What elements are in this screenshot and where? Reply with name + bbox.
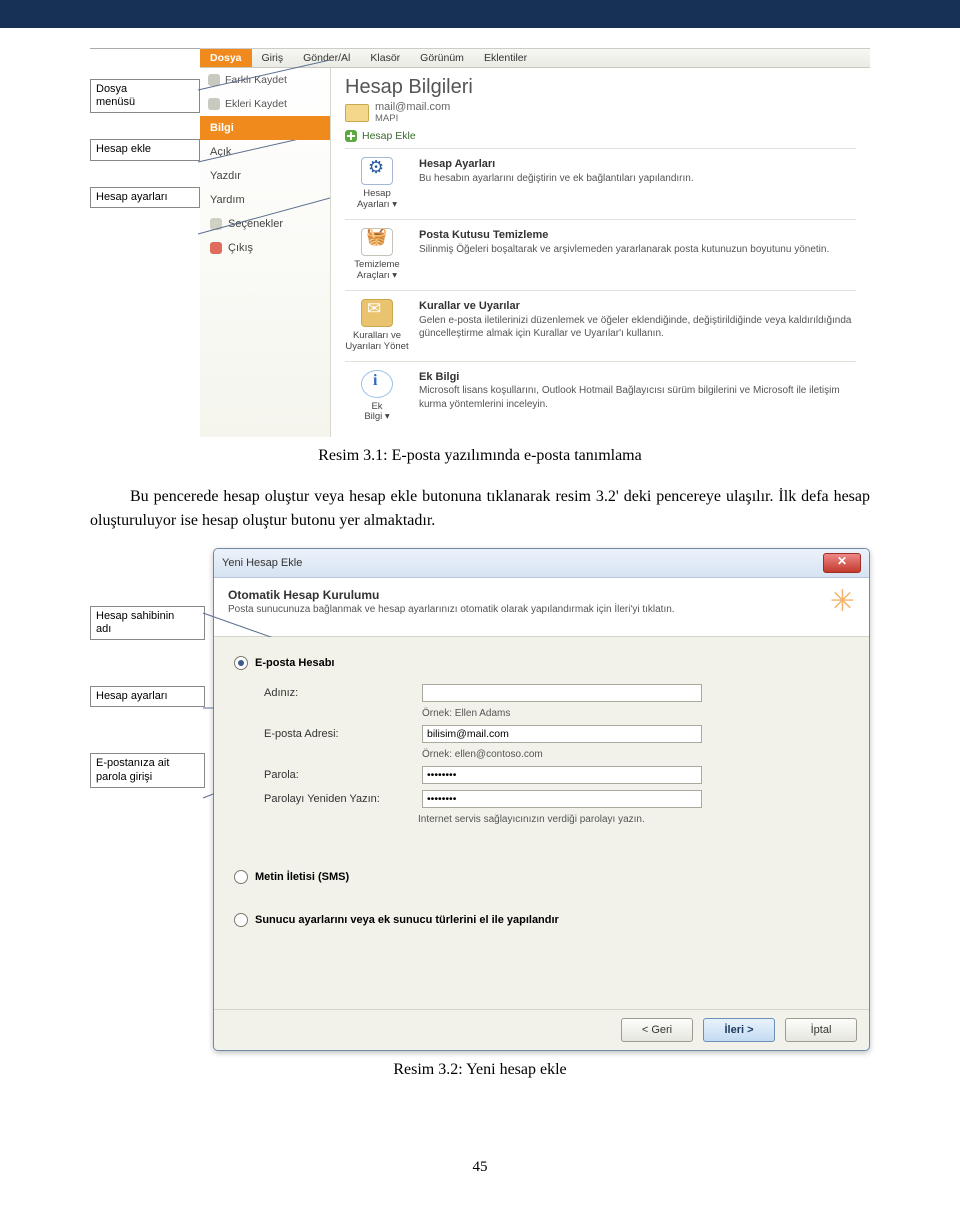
figure1-caption: Resim 3.1: E-posta yazılımında e-posta t… bbox=[90, 447, 870, 465]
backstage-sidemenu: Farklı Kaydet Ekleri Kaydet Bilgi Açık Y… bbox=[200, 68, 331, 437]
dialog-yeni-hesap-ekle: Yeni Hesap Ekle ✕ Otomatik Hesap Kurulum… bbox=[213, 548, 870, 1051]
page-number: 45 bbox=[0, 1139, 960, 1226]
label-parola: Parola: bbox=[264, 769, 414, 781]
hint-adiniz: Örnek: Ellen Adams bbox=[422, 708, 702, 719]
sidemenu-acik[interactable]: Açık bbox=[200, 140, 330, 164]
ribbon-tabs: Dosya Giriş Gönder/Al Klasör Görünüm Ekl… bbox=[200, 49, 870, 68]
figure-2: Hesap sahibinin adı Hesap ayarları E-pos… bbox=[90, 548, 870, 1079]
sec-desc: Microsoft lisans koşullarını, Outlook Ho… bbox=[419, 385, 840, 410]
input-parola[interactable] bbox=[422, 766, 702, 784]
btn-kurallar-uyarilar[interactable]: Kuralları ve Uyarıları Yönet bbox=[345, 299, 409, 353]
annot-hesap-sahibi-adi: Hesap sahibinin adı bbox=[90, 606, 205, 640]
account-email: mail@mail.com bbox=[375, 101, 450, 113]
ribbon-tab-klasor[interactable]: Klasör bbox=[360, 49, 410, 67]
dialog-header: Otomatik Hesap Kurulumu Posta sunucunuza… bbox=[214, 578, 869, 637]
hint-parola: Internet servis sağlayıcınızın verdiği p… bbox=[418, 814, 855, 825]
info-icon bbox=[361, 370, 393, 398]
radio-eposta-hesabi[interactable]: E-posta Hesabı bbox=[228, 651, 855, 680]
radio-sunucu-elle[interactable]: Sunucu ayarlarını veya ek sunucu türleri… bbox=[228, 908, 855, 937]
label-adiniz: Adınız: bbox=[264, 687, 414, 699]
account-protocol: MAPI bbox=[375, 113, 450, 124]
page-top-bar bbox=[0, 0, 960, 28]
hint-eposta: Örnek: ellen@contoso.com bbox=[422, 749, 702, 760]
sidemenu-saveatt[interactable]: Ekleri Kaydet bbox=[200, 92, 330, 116]
btn-hesap-ayarlari[interactable]: Hesap Ayarları ▾ bbox=[345, 157, 409, 211]
radio-off-icon bbox=[234, 913, 248, 927]
annot-parola-girisi: E-postanıza ait parola girişi bbox=[90, 753, 205, 787]
sidemenu-yazdir[interactable]: Yazdır bbox=[200, 164, 330, 188]
sec-title: Hesap Ayarları bbox=[419, 158, 495, 170]
input-adiniz[interactable] bbox=[422, 684, 702, 702]
sidemenu-cikis[interactable]: Çıkış bbox=[200, 236, 330, 260]
dialog-header-desc: Posta sunucunuza bağlanmak ve hesap ayar… bbox=[228, 604, 675, 615]
figure-1: Dosya menüsü Hesap ekle Hesap ayarları D… bbox=[90, 48, 870, 465]
section-ek-bilgi: Ek Bilgi ▾ Ek Bilgi Microsoft lisans koş… bbox=[345, 362, 856, 432]
label-parola-tekrar: Parolayı Yeniden Yazın: bbox=[264, 793, 414, 805]
btn-ileri[interactable]: İleri > bbox=[703, 1018, 775, 1042]
mail-icon bbox=[345, 104, 369, 122]
btn-geri[interactable]: < Geri bbox=[621, 1018, 693, 1042]
annot-hesap-ayarlari-2: Hesap ayarları bbox=[90, 686, 205, 707]
sec-title: Kurallar ve Uyarılar bbox=[419, 300, 520, 312]
section-hesap-ayarlari: Hesap Ayarları ▾ Hesap Ayarları Bu hesab… bbox=[345, 149, 856, 220]
dialog-titlebar: Yeni Hesap Ekle ✕ bbox=[214, 549, 869, 578]
label-eposta-adresi: E-posta Adresi: bbox=[264, 728, 414, 740]
sidemenu-bilgi[interactable]: Bilgi bbox=[200, 116, 330, 140]
ribbon-tab-gonderal[interactable]: Gönder/Al bbox=[293, 49, 360, 67]
sec-title: Posta Kutusu Temizleme bbox=[419, 229, 548, 241]
dialog-body: E-posta Hesabı Adınız: Örnek: Ellen Adam… bbox=[214, 637, 869, 1009]
sidemenu-secenekler[interactable]: Seçenekler bbox=[200, 212, 330, 236]
backstage-content: Hesap Bilgileri mail@mail.com MAPI Hesap… bbox=[331, 68, 870, 437]
input-parola-tekrar[interactable] bbox=[422, 790, 702, 808]
radio-off-icon bbox=[234, 870, 248, 884]
dialog-footer: < Geri İleri > İptal bbox=[214, 1009, 869, 1050]
figure2-caption: Resim 3.2: Yeni hesap ekle bbox=[90, 1061, 870, 1079]
fig1-annotation-column: Dosya menüsü Hesap ekle Hesap ayarları bbox=[90, 48, 200, 437]
content-title: Hesap Bilgileri bbox=[345, 76, 856, 99]
dialog-header-title: Otomatik Hesap Kurulumu bbox=[228, 588, 379, 602]
cleanup-icon bbox=[361, 228, 393, 256]
body-paragraph: Bu pencerede hesap oluştur veya hesap ek… bbox=[90, 485, 870, 531]
account-form: Adınız: Örnek: Ellen Adams E-posta Adres… bbox=[264, 684, 855, 808]
sec-desc: Gelen e-posta iletilerinizi düzenlemek v… bbox=[419, 315, 851, 340]
section-kurallar-uyarilar: Kuralları ve Uyarıları Yönet Kurallar ve… bbox=[345, 291, 856, 362]
gear-icon bbox=[361, 157, 393, 185]
ribbon-tab-giris[interactable]: Giriş bbox=[252, 49, 294, 67]
annot-dosya-menusu: Dosya menüsü bbox=[90, 79, 200, 113]
account-line: mail@mail.com MAPI bbox=[345, 101, 856, 124]
annot-hesap-ekle: Hesap ekle bbox=[90, 139, 200, 160]
dialog-title-text: Yeni Hesap Ekle bbox=[222, 557, 302, 569]
ribbon-tab-eklentiler[interactable]: Eklentiler bbox=[474, 49, 537, 67]
add-account-link[interactable]: Hesap Ekle bbox=[345, 128, 856, 149]
radio-metin-iletisi[interactable]: Metin İletisi (SMS) bbox=[228, 865, 855, 894]
ribbon-tab-dosya[interactable]: Dosya bbox=[200, 49, 252, 67]
input-eposta-adresi[interactable] bbox=[422, 725, 702, 743]
sec-desc: Silinmiş Öğeleri boşaltarak ve arşivleme… bbox=[419, 244, 829, 255]
btn-ek-bilgi[interactable]: Ek Bilgi ▾ bbox=[345, 370, 409, 424]
wizard-icon bbox=[815, 588, 855, 628]
dialog-close-button[interactable]: ✕ bbox=[823, 553, 861, 573]
section-posta-temizleme: Temizleme Araçları ▾ Posta Kutusu Temizl… bbox=[345, 220, 856, 291]
sidemenu-yardim[interactable]: Yardım bbox=[200, 188, 330, 212]
sec-title: Ek Bilgi bbox=[419, 371, 459, 383]
ribbon-tab-gorunum[interactable]: Görünüm bbox=[410, 49, 474, 67]
annot-hesap-ayarlari: Hesap ayarları bbox=[90, 187, 200, 208]
radio-on-icon bbox=[234, 656, 248, 670]
btn-iptal[interactable]: İptal bbox=[785, 1018, 857, 1042]
rules-icon bbox=[361, 299, 393, 327]
plus-icon bbox=[345, 130, 357, 142]
sec-desc: Bu hesabın ayarlarını değiştirin ve ek b… bbox=[419, 173, 694, 184]
btn-temizleme-araclari[interactable]: Temizleme Araçları ▾ bbox=[345, 228, 409, 282]
sidemenu-saveas[interactable]: Farklı Kaydet bbox=[200, 68, 330, 92]
fig2-annotation-column: Hesap sahibinin adı Hesap ayarları E-pos… bbox=[90, 548, 205, 1051]
